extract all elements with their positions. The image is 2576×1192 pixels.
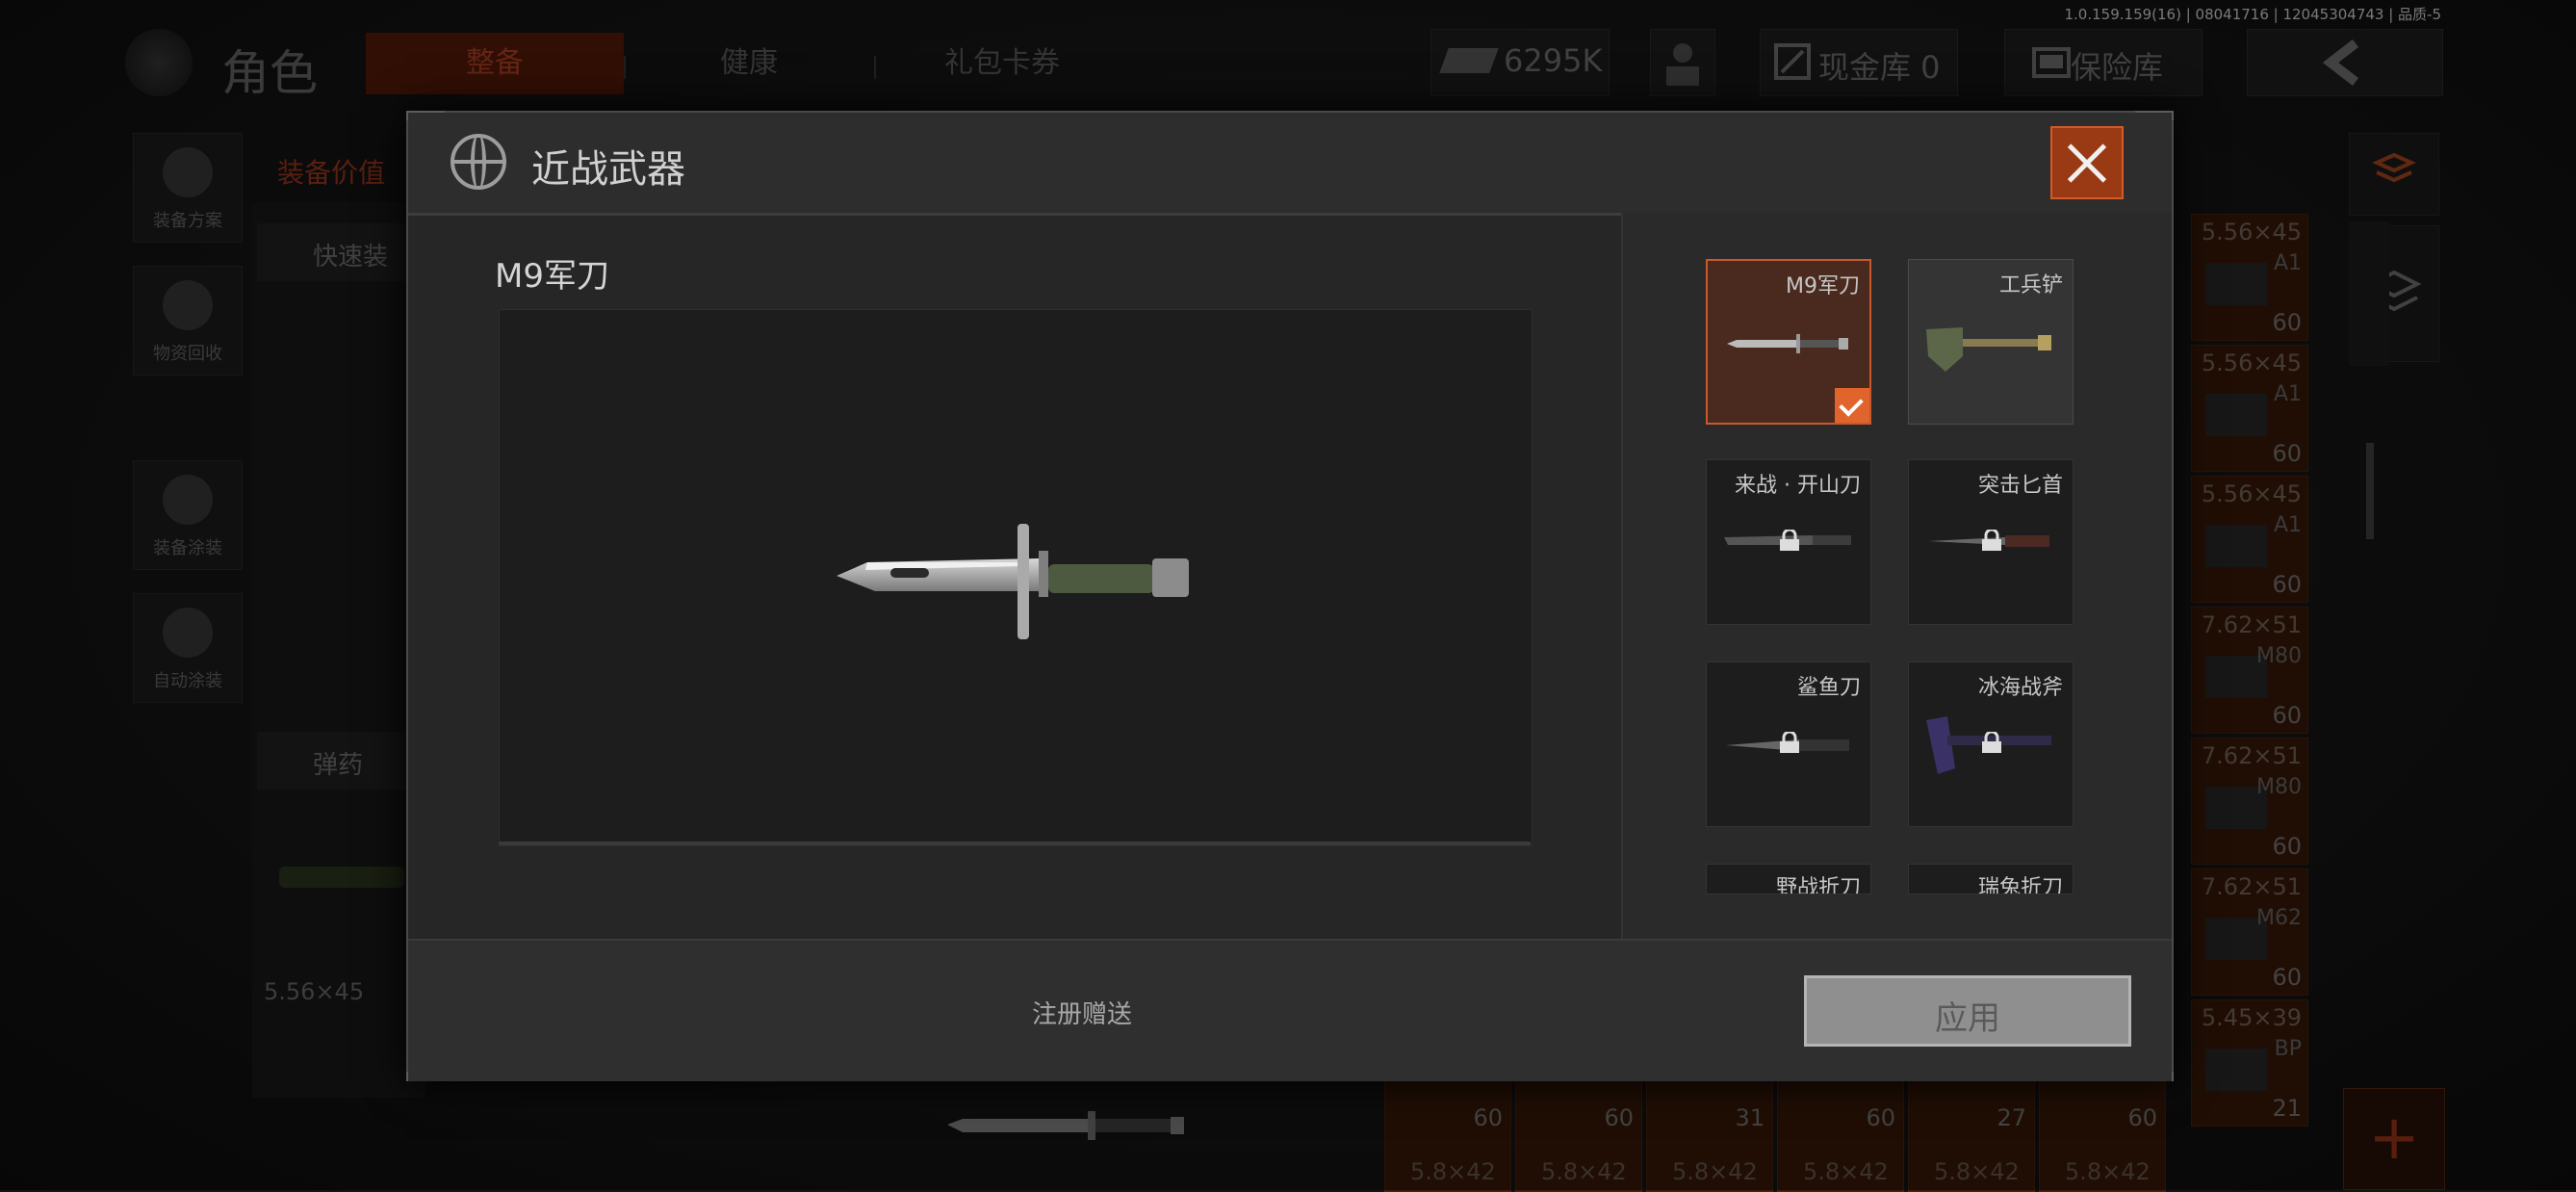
weapon-item-rabbit-folding-knife[interactable]: 瑞兔折刀 [1908,864,2074,894]
weapon-item-ice-axe[interactable]: 冰海战斧 [1908,661,2074,827]
preview-divider [499,842,1531,845]
weapon-item-shovel[interactable]: 工兵铲 [1908,259,2074,425]
lock-icon [1982,530,2001,551]
lock-icon [1780,732,1799,753]
lock-icon [1982,732,2001,753]
apply-button[interactable]: 应用 [1804,975,2131,1047]
close-button[interactable] [2050,126,2124,199]
globe-icon [451,134,506,190]
dialog-title: 近战武器 [531,147,685,192]
weapon-item-name: 瑞兔折刀 [1977,876,2063,894]
weapon-item-m9[interactable]: M9军刀 [1706,259,1871,425]
selected-check-icon [1835,388,1869,423]
weapon-item-machete[interactable]: 来战 · 开山刀 [1706,459,1871,625]
melee-weapon-dialog: 近战武器 M9军刀 M9军刀 工兵铲 来战 · 开山刀 突击匕首 鲨鱼刀 冰海战… [406,111,2174,1081]
shovel-icon [1926,327,2051,372]
dialog-footer: 注册赠送 应用 [408,939,2172,1081]
m9-knife-image [837,524,1189,639]
weapon-item-shark-knife[interactable]: 鲨鱼刀 [1706,661,1871,827]
apply-button-label: 应用 [1935,999,2000,1038]
weapon-item-name: 野战折刀 [1775,876,1861,894]
selected-weapon-name: M9军刀 [495,257,609,296]
weapon-list: M9军刀 工兵铲 来战 · 开山刀 突击匕首 鲨鱼刀 冰海战斧 野战折刀 瑞兔折… [1623,213,2172,1000]
lock-icon [1780,530,1799,551]
weapon-item-field-folding-knife[interactable]: 野战折刀 [1706,864,1871,894]
dialog-header: 近战武器 [408,113,2172,216]
weapon-preview [499,309,1533,846]
acquisition-source: 注册赠送 [1032,1000,1133,1029]
weapon-item-assault-dagger[interactable]: 突击匕首 [1908,459,2074,625]
